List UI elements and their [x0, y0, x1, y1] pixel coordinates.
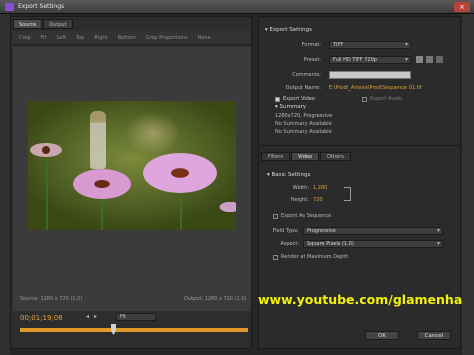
blurred-person: [90, 111, 106, 169]
width-label: Width:: [292, 185, 309, 191]
width-value[interactable]: 1,280: [313, 185, 327, 191]
ok-button[interactable]: OK: [365, 331, 399, 340]
toolbar-fit[interactable]: Fit: [41, 35, 47, 41]
export-audio-checkbox[interactable]: [362, 97, 367, 102]
tab-filters[interactable]: Filters: [261, 152, 290, 161]
toolbar-top[interactable]: Top: [76, 35, 84, 41]
export-video-checkbox[interactable]: [275, 97, 280, 102]
export-sequence-label: Export As Sequence: [281, 213, 332, 219]
tab-output[interactable]: Output: [43, 19, 73, 29]
render-max-checkbox[interactable]: [273, 255, 278, 260]
chain-link-icon[interactable]: [344, 187, 351, 201]
preset-label: Preset:: [303, 57, 321, 63]
height-label: Height:: [290, 197, 309, 203]
export-video-label: Export Video: [283, 96, 315, 102]
height-value[interactable]: 720: [313, 197, 323, 203]
toolbar-crop-proportions[interactable]: Crop Proportions: [146, 35, 188, 41]
export-sequence-checkbox[interactable]: [273, 214, 278, 219]
toolbar-left[interactable]: Left: [57, 35, 66, 41]
output-dimensions: Output: 1280 x 720 (1.0): [184, 296, 247, 302]
flower: [73, 169, 131, 199]
in-out-controls: ◂ ▸: [86, 313, 97, 320]
output-name-label: Output Name:: [285, 85, 321, 91]
output-name-link[interactable]: E:\Prod\_Arteira\Prod\Sequence 01.tif: [329, 85, 422, 91]
set-in-icon[interactable]: ◂: [86, 313, 89, 320]
flower: [143, 153, 217, 193]
import-preset-icon[interactable]: [426, 56, 433, 63]
settings-tabs: Filters Video Others: [261, 152, 351, 161]
field-type-label: Field Type:: [272, 228, 299, 234]
basic-settings-heading[interactable]: ▾ Basic Settings: [267, 172, 310, 178]
toolbar-bottom[interactable]: Bottom: [118, 35, 136, 41]
field-type-dropdown[interactable]: Progressive: [303, 227, 443, 235]
background-left: [0, 14, 10, 355]
comments-field[interactable]: [329, 71, 411, 79]
close-button[interactable]: ×: [454, 2, 470, 12]
window-title: Export Settings: [18, 3, 65, 10]
tab-others[interactable]: Others: [320, 152, 351, 161]
source-dimensions: Source: 1280 x 720 (1.0): [20, 296, 83, 302]
export-audio-label: Export Audio: [370, 96, 403, 102]
timeline-fill: [20, 328, 248, 332]
render-max-label: Render at Maximum Depth: [281, 254, 349, 260]
delete-preset-icon[interactable]: [436, 56, 443, 63]
aspect-dropdown[interactable]: Square Pixels (1.0): [303, 240, 443, 248]
preview-tabs: Source Output: [13, 19, 73, 29]
summary-heading[interactable]: ▾ Summary: [275, 104, 306, 110]
summary-line: 1280x720, Progressive: [275, 113, 333, 119]
divider: [259, 145, 460, 146]
timecode[interactable]: 00;01;19;08: [20, 314, 63, 322]
comments-label: Comments:: [292, 72, 321, 78]
summary-line: No Summary Available: [275, 121, 332, 127]
flower: [30, 143, 62, 157]
tab-video[interactable]: Video: [291, 152, 320, 161]
toolbar-none[interactable]: None: [198, 35, 211, 41]
export-settings-heading: ▾ Export Settings: [265, 27, 312, 33]
flower-stem: [46, 151, 48, 230]
toolbar-right[interactable]: Right: [94, 35, 107, 41]
flower: [218, 201, 236, 213]
format-dropdown[interactable]: TIFF: [329, 41, 411, 49]
export-settings-window: Export Settings × Source Output Crop Fit…: [0, 0, 474, 355]
format-label: Format:: [301, 42, 321, 48]
toolbar-crop[interactable]: Crop: [19, 35, 31, 41]
save-preset-icon[interactable]: [416, 56, 423, 63]
set-out-icon[interactable]: ▸: [94, 313, 97, 320]
preview-image: [28, 101, 236, 230]
cancel-button[interactable]: Cancel: [417, 331, 451, 340]
summary-line: No Summary Available: [275, 129, 332, 135]
fit-dropdown[interactable]: Fit: [116, 313, 156, 321]
tab-source[interactable]: Source: [13, 19, 43, 29]
title-bar: Export Settings ×: [0, 0, 474, 14]
preset-dropdown[interactable]: Full HD TIFF 720p: [329, 56, 411, 64]
app-icon: [5, 3, 14, 11]
background-right: [462, 14, 474, 355]
watermark-text: www.youtube.com/glamenha: [258, 292, 463, 307]
crop-toolbar: Crop Fit Left Top Right Bottom Crop Prop…: [13, 31, 251, 45]
aspect-label: Aspect:: [280, 241, 299, 247]
